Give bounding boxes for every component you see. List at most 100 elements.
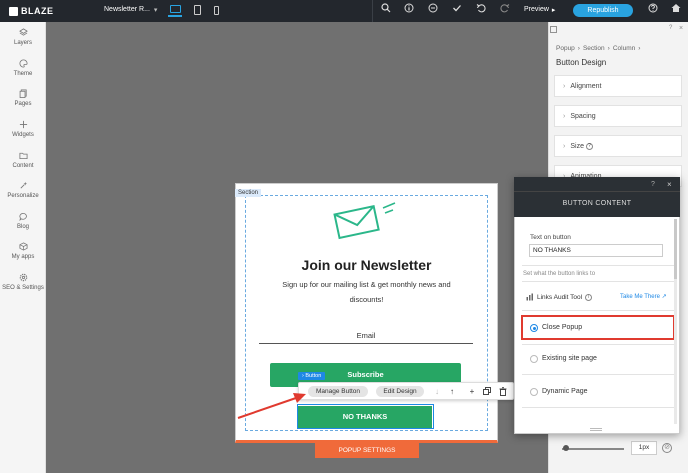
sidebar-item-seo-settings[interactable]: SEO & Settings — [0, 273, 46, 291]
sidebar-item-pages[interactable]: Pages — [0, 89, 46, 107]
panel-help-icon[interactable]: ? — [669, 25, 672, 31]
edit-design-button[interactable]: Edit Design — [376, 386, 424, 397]
red-highlight-annotation — [521, 315, 675, 340]
radio-unselected[interactable] — [530, 355, 538, 363]
manage-button-button[interactable]: Manage Button — [308, 386, 368, 397]
dialog-close-icon[interactable]: × — [667, 180, 672, 189]
dialog-help-icon[interactable]: ? — [651, 181, 655, 188]
sidebar-item-label: Content — [12, 163, 34, 169]
sidebar-item-blog[interactable]: Blog — [0, 212, 46, 230]
plus-icon — [19, 120, 27, 129]
section-tag[interactable]: Section — [235, 189, 262, 197]
chevron-right-icon: › — [563, 113, 566, 120]
home-icon[interactable] — [669, 3, 683, 17]
panel-close-icon[interactable]: × — [679, 25, 683, 32]
gear-icon — [19, 273, 27, 282]
take-me-there-label: Take Me There — [620, 294, 660, 300]
accordion-spacing[interactable]: › Spacing — [554, 105, 682, 127]
sidebar-item-label: SEO & Settings — [2, 285, 44, 291]
envelope-icon — [333, 202, 396, 240]
preview-button[interactable]: Preview ▸ — [524, 6, 555, 14]
dialog-scrollbar-thumb[interactable] — [674, 219, 677, 279]
toolbar-divider — [372, 0, 373, 22]
sidebar-item-widgets[interactable]: Widgets — [0, 120, 46, 138]
move-up-icon[interactable]: ↑ — [447, 385, 457, 398]
sidebar-item-label: Theme — [13, 71, 33, 77]
no-thanks-button[interactable]: NO THANKS — [298, 406, 432, 428]
move-down-icon[interactable]: ↓ — [432, 385, 442, 398]
redo-icon[interactable] — [498, 3, 512, 17]
info-icon[interactable]: i — [585, 293, 593, 301]
popup-settings-button[interactable]: POPUP SETTINGS — [315, 443, 419, 458]
border-slider-track[interactable] — [562, 448, 624, 450]
border-slider-handle[interactable] — [563, 445, 569, 451]
sidebar-item-content[interactable]: Content — [0, 151, 46, 169]
panel-dock-icon[interactable] — [550, 26, 557, 33]
divider — [522, 374, 674, 375]
desktop-view-button[interactable] — [168, 3, 182, 17]
reset-icon[interactable]: ⊘ — [662, 443, 672, 453]
external-link-icon: ↗ — [661, 294, 667, 300]
search-icon[interactable] — [379, 3, 393, 17]
sidebar-item-personalize[interactable]: Personalize — [0, 181, 46, 199]
sidebar-item-layers[interactable]: Layers — [0, 28, 46, 46]
dialog-header-bar[interactable] — [514, 177, 680, 192]
comment-icon[interactable] — [426, 3, 440, 17]
duplicate-icon[interactable] — [482, 385, 492, 398]
dialog-resize-grip[interactable] — [590, 428, 602, 431]
option-label: Dynamic Page — [542, 388, 588, 395]
checkmark-icon[interactable] — [450, 3, 464, 17]
email-field[interactable]: Email — [259, 331, 473, 340]
breadcrumb-item-section[interactable]: Section — [583, 45, 605, 52]
breadcrumb-separator: › — [607, 45, 610, 52]
take-me-there-link[interactable]: Take Me There ↗ — [620, 293, 667, 300]
accordion-label: Size — [570, 143, 584, 150]
preview-label: Preview — [524, 6, 549, 13]
help-icon[interactable] — [646, 3, 660, 17]
tablet-view-button[interactable] — [190, 3, 204, 17]
audit-label: Links Audit Tool — [537, 293, 583, 301]
divider — [522, 265, 674, 266]
button-element-tag[interactable]: › Button — [298, 372, 326, 380]
radio-unselected[interactable] — [530, 388, 538, 396]
red-arrow-annotation — [237, 393, 306, 419]
breadcrumb-item-column[interactable]: Column — [613, 45, 635, 52]
sidebar-item-label: My apps — [11, 254, 35, 260]
layers-icon — [18, 28, 28, 36]
desktop-icon — [169, 5, 181, 13]
option-dynamic-page[interactable]: Dynamic Page — [523, 381, 673, 403]
sidebar-item-my-apps[interactable]: My apps — [0, 242, 46, 260]
mobile-icon — [213, 5, 219, 15]
panel-title: Button Design — [556, 58, 607, 67]
apps-icon — [18, 242, 28, 251]
border-width-input[interactable]: 1px — [631, 441, 657, 455]
folder-icon — [18, 152, 28, 160]
sidebar-item-theme[interactable]: Theme — [0, 59, 46, 77]
size-info-icon: ? — [585, 142, 593, 150]
personalize-icon — [19, 181, 27, 189]
undo-icon[interactable] — [474, 3, 488, 17]
newsletter-subtitle[interactable]: Sign up for our mailing list & get month… — [245, 280, 488, 289]
link-hint: Set what the button links to — [523, 271, 596, 277]
accordion-label: Alignment — [570, 83, 602, 90]
delete-icon[interactable] — [498, 385, 508, 398]
breadcrumb-item-popup[interactable]: Popup — [556, 45, 575, 52]
blaze-logo[interactable]: BLAZE — [9, 5, 54, 17]
page-selector[interactable]: Newsletter R... ▾ — [104, 6, 157, 14]
button-text-input[interactable]: NO THANKS — [529, 244, 663, 257]
info-icon[interactable] — [402, 3, 416, 17]
divider — [522, 407, 674, 408]
breadcrumb-separator: › — [638, 45, 641, 52]
newsletter-title[interactable]: Join our Newsletter — [245, 257, 488, 273]
accordion-alignment[interactable]: › Alignment — [554, 75, 682, 97]
divider — [522, 344, 674, 345]
accordion-size[interactable]: › Size ? — [554, 135, 682, 157]
sidebar-item-label: Blog — [16, 224, 29, 230]
chat-icon — [18, 212, 27, 221]
add-icon[interactable]: + — [467, 385, 477, 398]
newsletter-subtitle-cont[interactable]: discounts! — [245, 295, 488, 304]
option-existing-site-page[interactable]: Existing site page — [523, 348, 673, 370]
divider — [522, 310, 674, 311]
republish-button[interactable]: Republish — [573, 4, 633, 17]
mobile-view-button[interactable] — [209, 3, 223, 17]
